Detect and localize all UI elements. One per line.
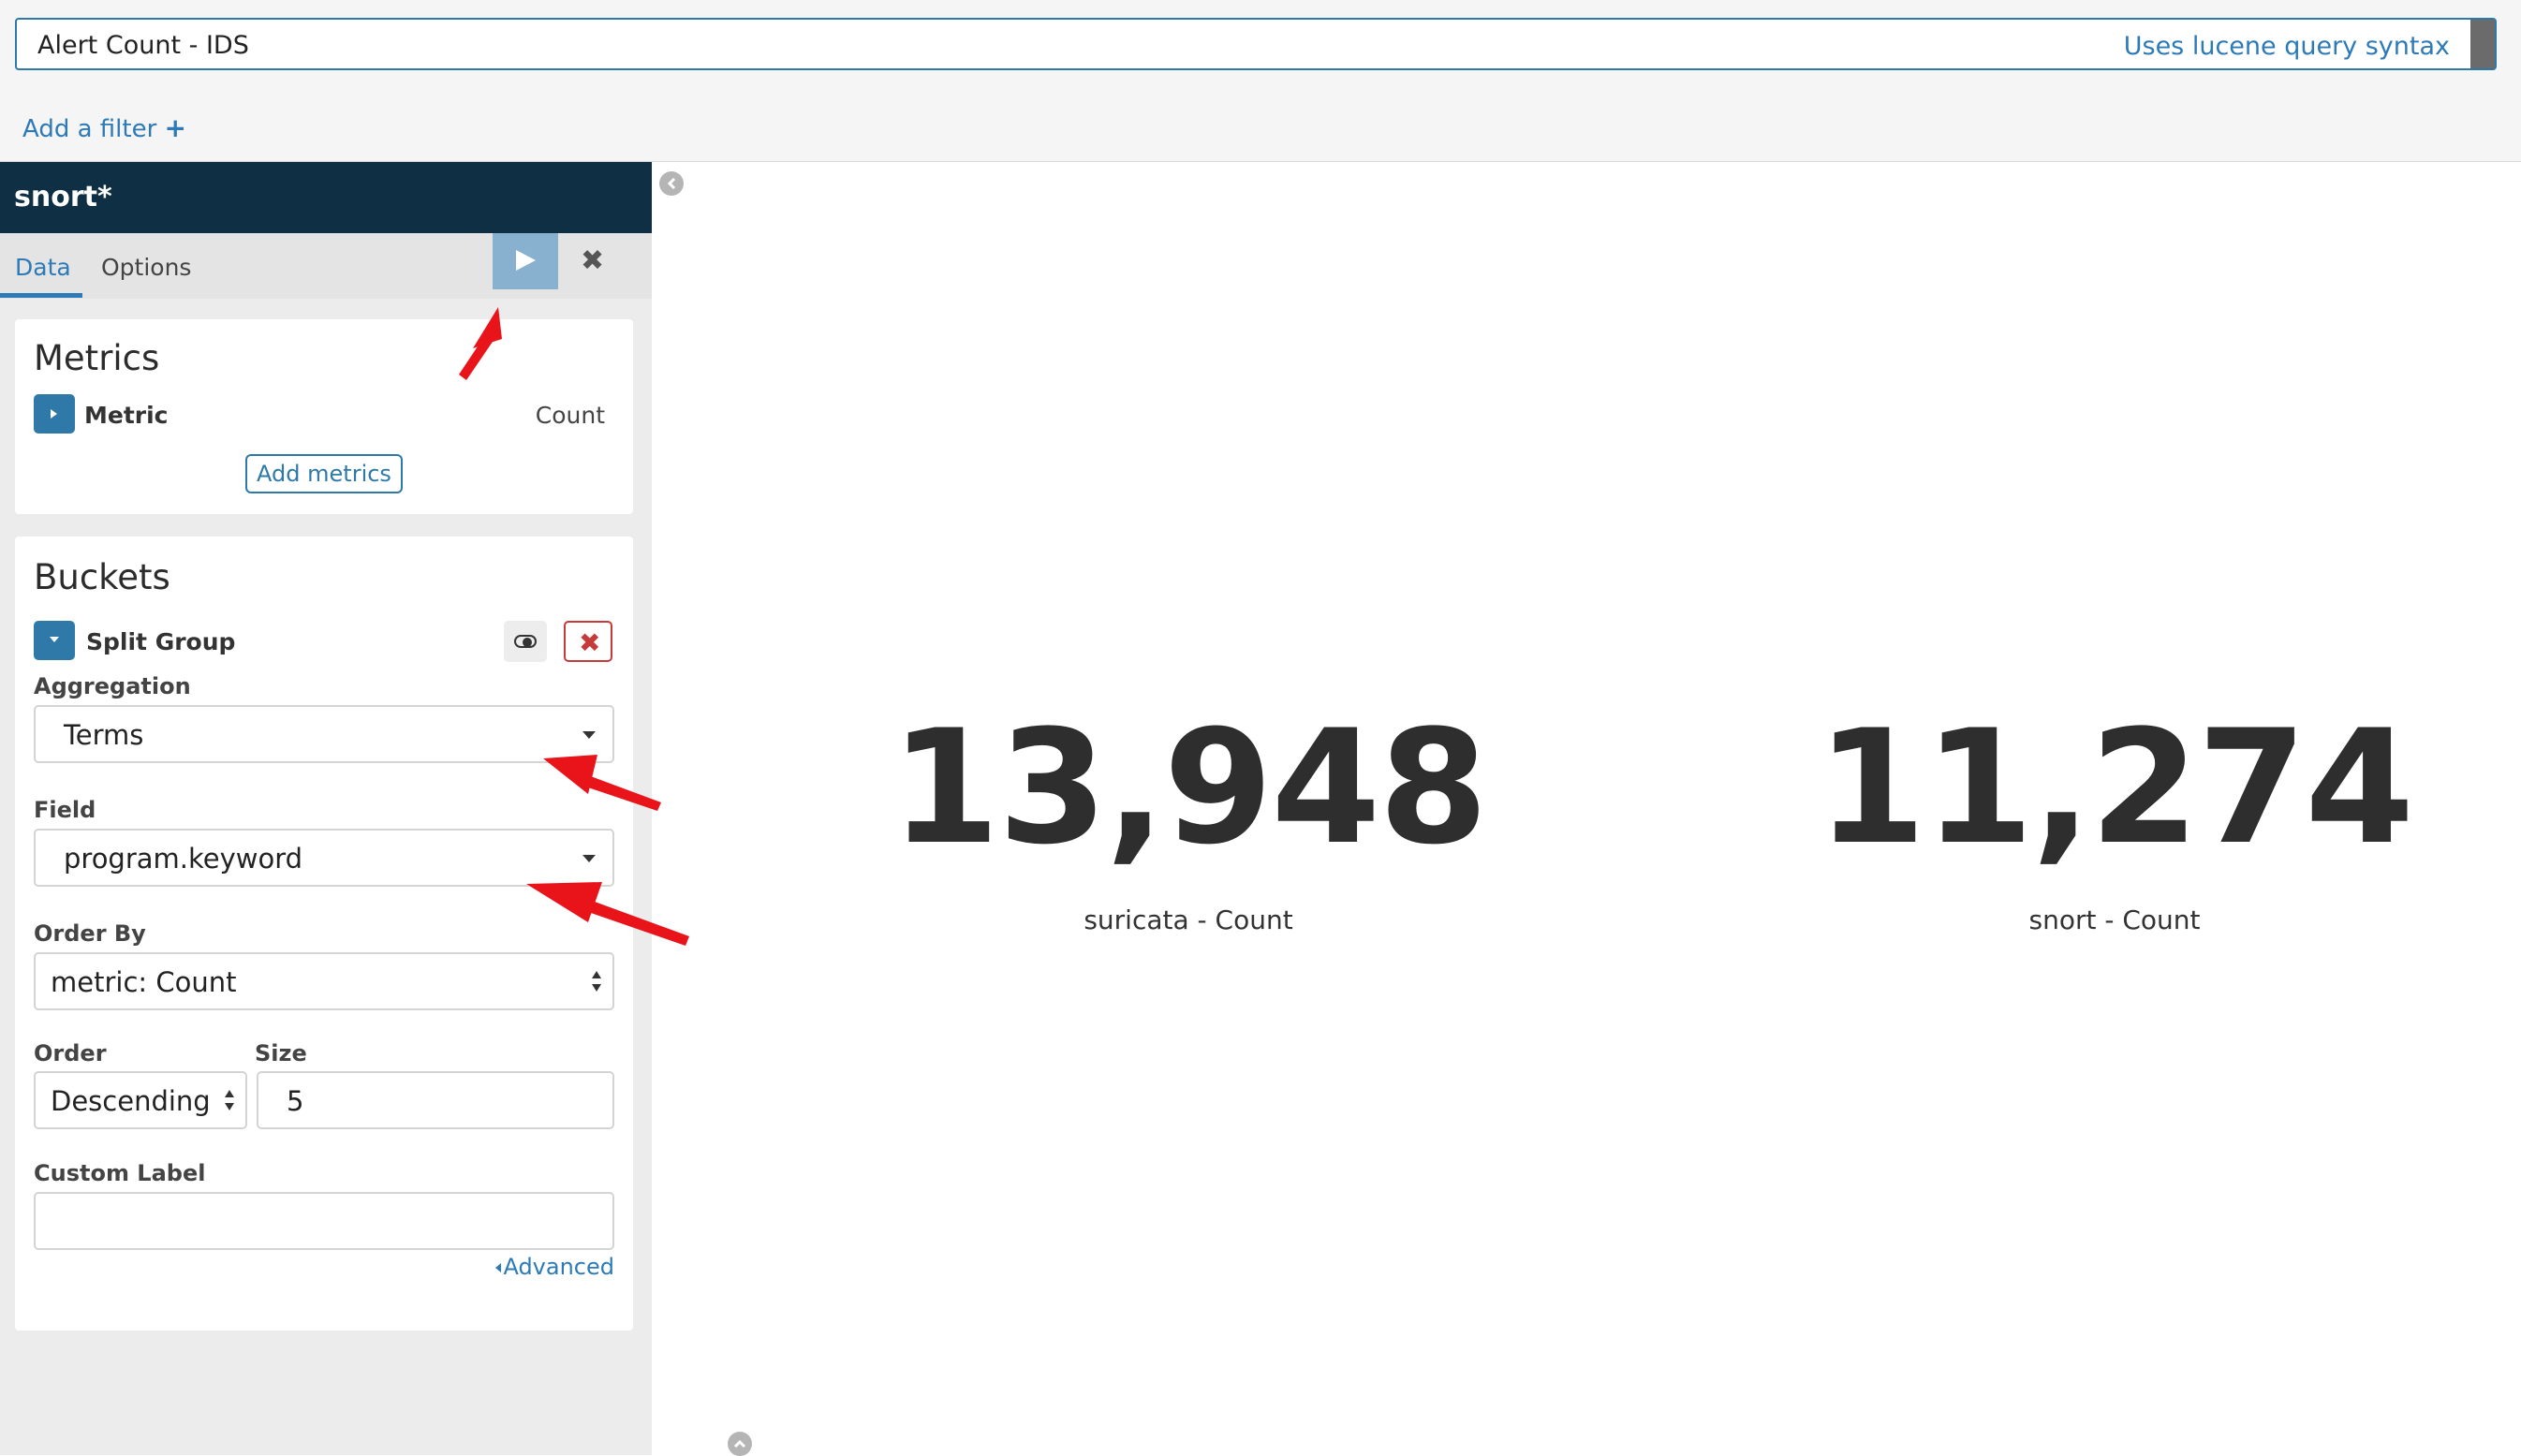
size-input[interactable]: 5	[257, 1071, 614, 1129]
order-label: Order	[34, 1040, 107, 1066]
remove-aggregation-button[interactable]: ✖	[564, 621, 612, 662]
order-select[interactable]: Descending	[34, 1071, 247, 1129]
chevron-down-icon	[50, 637, 59, 642]
field-value: program.keyword	[64, 843, 303, 875]
apply-changes-button[interactable]	[493, 233, 558, 289]
discard-changes-button[interactable]: ✖	[558, 233, 624, 289]
filter-bar: Add a filter +	[0, 92, 2521, 162]
remove-icon: ✖	[579, 627, 601, 658]
tab-data[interactable]: Data	[15, 254, 71, 281]
order-by-value: metric: Count	[51, 966, 237, 998]
size-label: Size	[255, 1040, 307, 1066]
buckets-panel: Buckets Split Group ✖ Aggregation Terms …	[15, 537, 633, 1331]
metric-label: suricata - Count	[1084, 904, 1293, 935]
visualization-area: 13,948 suricata - Count 11,274 snort - C…	[652, 162, 2521, 1456]
query-input-value[interactable]: Alert Count - IDS	[37, 31, 249, 60]
advanced-toggle-link[interactable]: Advanced	[494, 1254, 614, 1280]
advanced-label: Advanced	[503, 1254, 614, 1280]
tab-options[interactable]: Options	[101, 254, 191, 281]
active-tab-indicator	[0, 293, 82, 298]
order-value: Descending	[51, 1085, 211, 1117]
plus-icon: +	[164, 112, 187, 143]
query-bar: Alert Count - IDS Uses lucene query synt…	[0, 0, 2521, 93]
aggregation-select[interactable]: Terms	[34, 705, 614, 763]
metric-value: 11,274	[1816, 696, 2414, 879]
metric-agg-value: Count	[535, 402, 605, 429]
add-metrics-button[interactable]: Add metrics	[245, 454, 403, 493]
custom-label-label: Custom Label	[34, 1160, 206, 1186]
split-group-label: Split Group	[86, 628, 236, 655]
metric-value: 13,948	[890, 696, 1488, 879]
bucket-collapse-toggle[interactable]	[34, 621, 75, 660]
metric-agg-label: Metric	[84, 402, 169, 429]
field-label: Field	[34, 797, 96, 823]
toggle-knob	[523, 638, 532, 647]
expand-spy-panel-icon[interactable]	[728, 1432, 752, 1456]
metric-label: snort - Count	[2028, 904, 2201, 935]
metrics-title: Metrics	[34, 338, 160, 378]
caret-left-icon	[495, 1263, 502, 1272]
close-icon: ✖	[581, 244, 605, 277]
sort-updown-icon	[225, 1090, 234, 1110]
metric-expand-toggle[interactable]	[34, 394, 75, 434]
metrics-panel: Metrics Metric Count Add metrics	[15, 319, 633, 514]
play-icon	[516, 250, 536, 271]
vis-editor-sidebar: snort* Data Options ✖ Metrics Metric Cou…	[0, 162, 652, 1455]
chevron-left-icon	[667, 177, 676, 190]
index-pattern-header: snort*	[0, 162, 652, 233]
disable-aggregation-toggle[interactable]	[504, 621, 547, 662]
sort-updown-icon	[592, 971, 601, 992]
chevron-up-icon	[733, 1439, 746, 1449]
order-by-select[interactable]: metric: Count	[34, 952, 614, 1010]
aggregation-label: Aggregation	[34, 673, 191, 699]
field-select[interactable]: program.keyword	[34, 829, 614, 887]
collapse-sidebar-icon[interactable]	[659, 171, 684, 196]
query-submit-button[interactable]	[2470, 20, 2495, 68]
buckets-title: Buckets	[34, 557, 170, 597]
size-value: 5	[287, 1085, 304, 1117]
add-filter-link[interactable]: Add a filter +	[22, 112, 186, 143]
caret-down-icon	[582, 855, 596, 862]
order-by-label: Order By	[34, 920, 146, 947]
index-pattern-title: snort*	[14, 181, 112, 213]
custom-label-input[interactable]	[34, 1192, 614, 1250]
aggregation-value: Terms	[64, 719, 144, 751]
caret-down-icon	[582, 731, 596, 739]
chevron-right-icon	[51, 409, 57, 419]
query-input[interactable]: Alert Count - IDS Uses lucene query synt…	[15, 18, 2497, 70]
lucene-syntax-link[interactable]: Uses lucene query syntax	[2124, 32, 2450, 61]
add-filter-label: Add a filter	[22, 115, 157, 143]
